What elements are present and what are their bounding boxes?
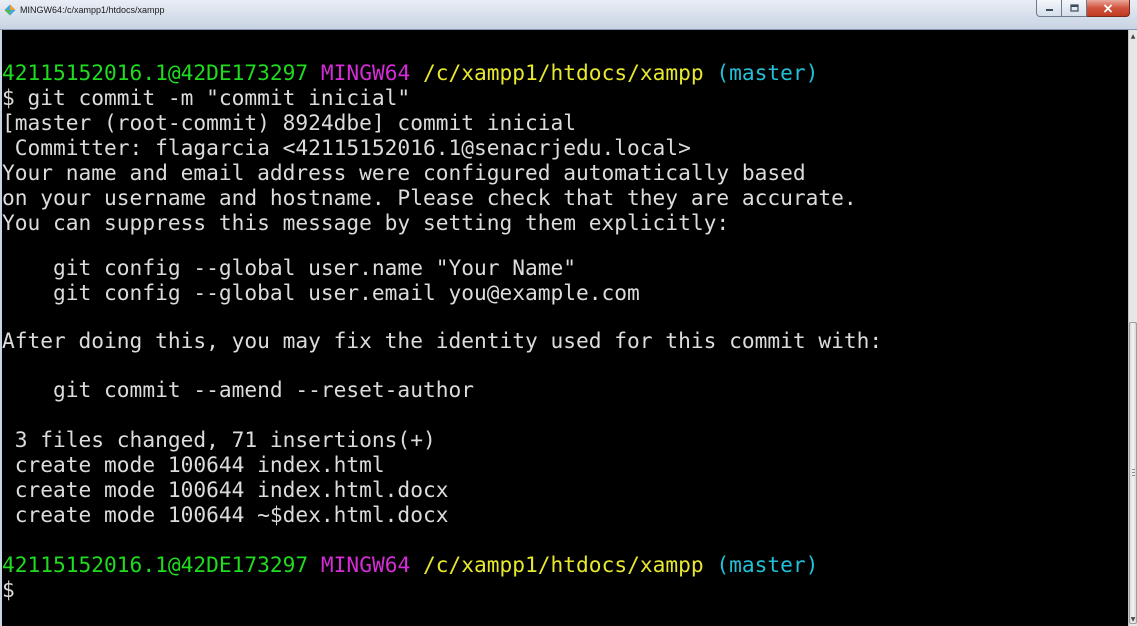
minimize-button[interactable] xyxy=(1036,0,1062,17)
output-line: create mode 100644 index.html.docx xyxy=(2,477,449,502)
output-line: You can suppress this message by setting… xyxy=(2,210,730,235)
vertical-scrollbar[interactable]: ▲ ▼ xyxy=(1128,30,1137,626)
input-line[interactable]: $ xyxy=(2,577,15,602)
window-title: MINGW64:/c/xampp1/htdocs/xampp xyxy=(20,5,165,15)
grip-line xyxy=(1132,469,1135,470)
window-title-bar[interactable]: MINGW64:/c/xampp1/htdocs/xampp xyxy=(0,0,1137,30)
close-icon xyxy=(1104,4,1112,12)
output-line: [master (root-commit) 8924dbe] commit in… xyxy=(2,110,577,135)
output-line: create mode 100644 ~$dex.html.docx xyxy=(2,502,449,527)
scrollbar-thumb[interactable] xyxy=(1129,322,1137,624)
output-line: Committer: flagarcia <42115152016.1@sena… xyxy=(2,135,691,160)
terminal-area[interactable]: 42115152016.1@42DE173297 MINGW64 /c/xamp… xyxy=(0,30,1128,626)
prompt-user-host: 42115152016.1@42DE173297 xyxy=(2,552,309,577)
prompt-path: /c/xampp1/htdocs/xampp xyxy=(422,552,704,577)
prompt-system: MINGW64 xyxy=(320,552,411,577)
prompt-path: /c/xampp1/htdocs/xampp xyxy=(422,60,704,85)
grip-line xyxy=(1132,475,1135,476)
maximize-icon xyxy=(1069,4,1079,12)
output-line: 3 files changed, 71 insertions(+) xyxy=(2,427,436,452)
prompt-line: 42115152016.1@42DE173297 MINGW64 /c/xamp… xyxy=(2,552,818,577)
prompt-system: MINGW64 xyxy=(320,60,411,85)
output-line: on your username and hostname. Please ch… xyxy=(2,185,857,210)
output-line: Your name and email address were configu… xyxy=(2,160,806,185)
prompt-line: 42115152016.1@42DE173297 MINGW64 /c/xamp… xyxy=(2,60,818,85)
prompt-user-host: 42115152016.1@42DE173297 xyxy=(2,60,309,85)
output-line: git commit --amend --reset-author xyxy=(2,377,474,402)
prompt-branch: (master) xyxy=(716,552,819,577)
close-button[interactable] xyxy=(1087,0,1130,17)
prompt-symbol: $ xyxy=(2,577,15,602)
git-bash-icon xyxy=(4,4,16,16)
grip-line xyxy=(1132,472,1135,473)
scroll-down-arrow-icon[interactable]: ▼ xyxy=(1129,615,1137,624)
scroll-up-arrow-icon[interactable]: ▲ xyxy=(1129,32,1137,41)
output-line: git config --global user.name "Your Name… xyxy=(2,255,577,280)
output-line: After doing this, you may fix the identi… xyxy=(2,328,883,353)
minimize-icon xyxy=(1045,9,1053,11)
maximize-button[interactable] xyxy=(1062,0,1087,17)
window-controls xyxy=(1036,0,1130,18)
output-line: create mode 100644 index.html xyxy=(2,452,385,477)
command-line: $ git commit -m "commit inicial" xyxy=(2,85,411,110)
output-line: git config --global user.email you@examp… xyxy=(2,280,640,305)
prompt-branch: (master) xyxy=(716,60,819,85)
